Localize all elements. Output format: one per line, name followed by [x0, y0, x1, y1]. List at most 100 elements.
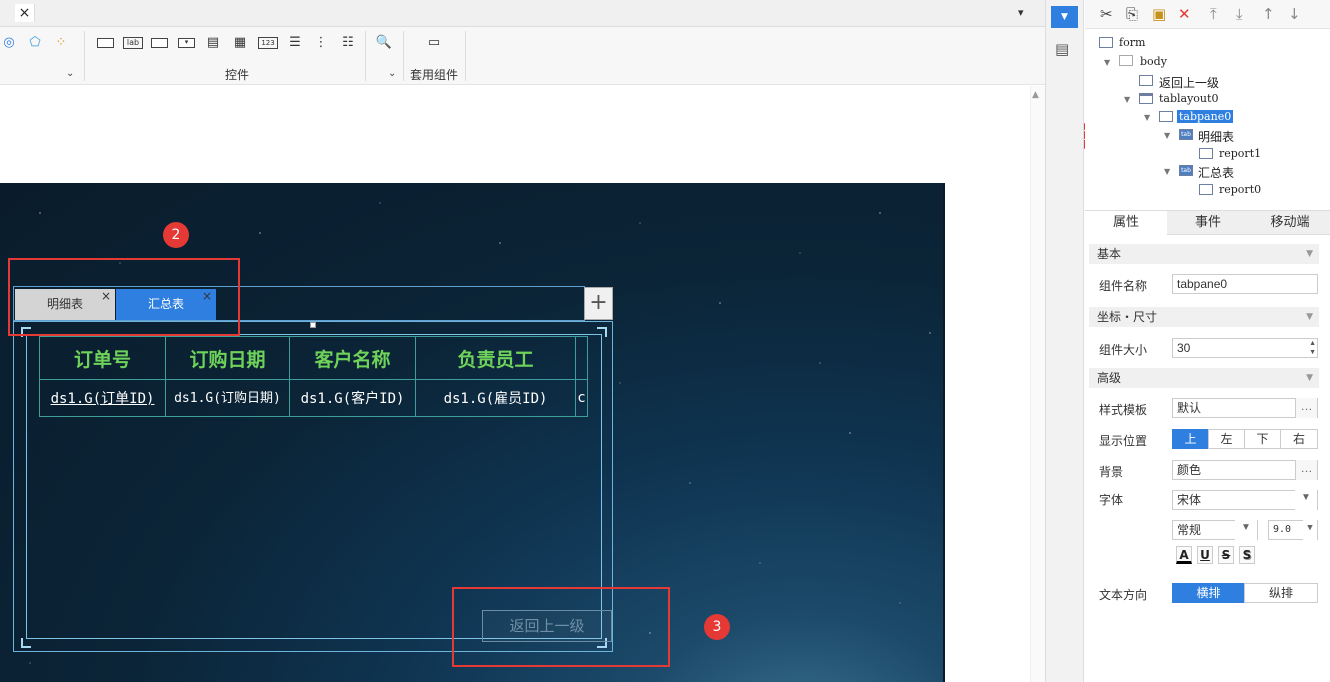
collapse-caret-icon[interactable]: ▼ — [1306, 368, 1313, 388]
cut-icon[interactable]: ✂ — [1100, 5, 1113, 23]
position-bottom-option[interactable]: 下 — [1244, 429, 1281, 449]
font-style-select[interactable]: 常规 ▼ — [1172, 520, 1258, 540]
tree-node-body[interactable]: body — [1140, 55, 1167, 68]
layout-panel-icon[interactable]: ▤ — [1055, 40, 1069, 58]
more-button[interactable]: … — [1295, 460, 1317, 480]
component-size-label: 组件大小 — [1099, 343, 1148, 357]
underline-button[interactable]: U — [1197, 546, 1213, 564]
report-data-cell[interactable]: c — [575, 379, 588, 417]
chevron-down-icon[interactable]: ▼ — [1295, 490, 1317, 510]
annotation-badge-3: 3 — [704, 614, 730, 640]
tablayout-node-icon — [1139, 93, 1153, 104]
report-header-cell[interactable] — [575, 336, 588, 380]
report-header-cell[interactable]: 订购日期 — [165, 336, 290, 380]
collapse-caret-icon[interactable]: ▼ — [1306, 307, 1313, 327]
tree-node-form[interactable]: form — [1119, 36, 1145, 49]
tab-properties[interactable]: 属性 — [1085, 211, 1167, 235]
expand-arrow-icon[interactable]: ▼ — [1104, 58, 1110, 67]
component-tree-toggle-icon[interactable]: ▼ — [1051, 6, 1078, 28]
date-widget-icon[interactable]: ▦ — [231, 35, 249, 51]
layout-widget-icon[interactable]: ▭ — [425, 35, 443, 51]
move-top-icon[interactable]: ⤒ — [1210, 5, 1217, 23]
frame-corner — [21, 638, 31, 648]
more-button[interactable]: … — [1295, 398, 1317, 418]
move-up-icon[interactable]: ↑ — [1262, 5, 1275, 23]
expand-arrow-icon[interactable]: ▼ — [1124, 95, 1130, 104]
dropdown-widget-icon[interactable]: ▾ — [178, 38, 195, 48]
section-coord-label: 坐标・尺寸 — [1097, 310, 1158, 324]
stepper-arrows-icon[interactable]: ▲ ▼ — [1309, 339, 1316, 357]
background-field[interactable]: 颜色 … — [1172, 460, 1318, 480]
component-size-stepper[interactable]: 30 ▲ ▼ — [1172, 338, 1318, 358]
section-advanced[interactable]: 高级 ▼ — [1089, 368, 1319, 388]
component-name-field[interactable]: tabpane0 — [1172, 274, 1318, 294]
expand-arrow-icon[interactable]: ▼ — [1144, 113, 1150, 122]
copy-icon[interactable]: ⎘ — [1126, 5, 1138, 23]
section-basic[interactable]: 基本 ▼ — [1089, 244, 1319, 264]
suite-components-label[interactable]: 套用组件 — [410, 66, 458, 83]
number-widget-icon[interactable]: 123 — [258, 37, 278, 49]
report-header-cell[interactable]: 订单号 — [39, 336, 166, 380]
delete-icon[interactable]: ✕ — [1178, 5, 1191, 23]
font-color-button[interactable]: A — [1176, 546, 1192, 564]
search-widget-icon[interactable]: 🔍 — [375, 35, 393, 51]
text-field-widget-icon[interactable] — [151, 38, 168, 48]
radio-group-widget-icon[interactable]: ⋮ — [312, 35, 330, 51]
chart-gauge-icon[interactable]: ◎ — [0, 35, 18, 51]
controls-more-caret-icon[interactable]: ⌄ — [388, 68, 396, 79]
button-node-icon — [1139, 75, 1153, 86]
close-tab-icon[interactable]: × — [15, 4, 35, 22]
report-data-cell[interactable]: ds1.G(雇员ID) — [415, 379, 576, 417]
tree-node-tab-detail[interactable]: 明细表 — [1198, 128, 1234, 145]
background-value: 颜色 — [1177, 463, 1202, 477]
tree-node-tablayout[interactable]: tablayout0 — [1159, 92, 1218, 105]
position-left-option[interactable]: 左 — [1208, 429, 1245, 449]
tree-node-return[interactable]: 返回上一级 — [1159, 74, 1219, 91]
report-data-cell[interactable]: ds1.G(订购日期) — [165, 379, 290, 417]
checkbox-group-widget-icon[interactable]: ☷ — [339, 35, 357, 51]
canvas-scrollbar[interactable] — [1030, 86, 1045, 682]
expand-arrow-icon[interactable]: ▼ — [1164, 167, 1170, 176]
font-label: 字体 — [1099, 493, 1124, 507]
add-tab-button[interactable]: + — [584, 287, 613, 320]
move-down-icon[interactable]: ↓ — [1288, 5, 1301, 23]
strikethrough-button[interactable]: S — [1218, 546, 1234, 564]
chart-more-caret-icon[interactable]: ⌄ — [66, 68, 74, 79]
report-header-cell[interactable]: 客户名称 — [289, 336, 416, 380]
tree-node-tab-summary[interactable]: 汇总表 — [1198, 164, 1234, 181]
tab-list-dropdown-icon[interactable]: ▾ — [1018, 6, 1024, 19]
textarea-widget-icon[interactable]: ☰ — [286, 35, 304, 51]
text-direction-horizontal[interactable]: 横排 — [1172, 583, 1245, 603]
tab-events[interactable]: 事件 — [1167, 211, 1249, 235]
section-coord-size[interactable]: 坐标・尺寸 ▼ — [1089, 307, 1319, 327]
style-template-field[interactable]: 默认 … — [1172, 398, 1318, 418]
report-header-cell[interactable]: 负责员工 — [415, 336, 576, 380]
button-widget-icon[interactable] — [97, 38, 114, 48]
tree-node-tabpane[interactable]: tabpane0 — [1177, 110, 1234, 123]
collapse-caret-icon[interactable]: ▼ — [1306, 244, 1313, 264]
label-widget-icon[interactable]: lab — [123, 37, 143, 49]
chart-radar-icon[interactable]: ⬠ — [26, 35, 44, 51]
paste-icon[interactable]: ▣ — [1152, 5, 1166, 23]
chevron-down-icon[interactable]: ▼ — [1235, 520, 1257, 540]
font-size-select[interactable]: 9.0 ▼ — [1268, 520, 1318, 540]
font-family-select[interactable]: 宋体 ▼ — [1172, 490, 1318, 510]
position-top-option[interactable]: 上 — [1172, 429, 1209, 449]
property-tabs: 属性 事件 移动端 — [1085, 210, 1330, 235]
form-widget-icon[interactable]: ▤ — [204, 35, 222, 51]
resize-handle[interactable] — [310, 322, 316, 328]
side-mode-strip — [1045, 0, 1084, 682]
tab-mobile[interactable]: 移动端 — [1249, 211, 1330, 235]
chart-scatter-icon[interactable]: ⁘ — [52, 35, 70, 51]
shadow-button[interactable]: S — [1239, 546, 1255, 564]
tree-node-report1[interactable]: report1 — [1219, 147, 1261, 160]
report-data-cell[interactable]: ds1.G(客户ID) — [289, 379, 416, 417]
position-right-option[interactable]: 右 — [1280, 429, 1318, 449]
text-direction-vertical[interactable]: 纵排 — [1244, 583, 1318, 603]
expand-arrow-icon[interactable]: ▼ — [1164, 131, 1170, 140]
move-bottom-icon[interactable]: ⤓ — [1236, 5, 1243, 23]
report-data-cell[interactable]: ds1.G(订单ID) — [39, 379, 166, 417]
chevron-down-icon[interactable]: ▼ — [1303, 520, 1317, 540]
tree-node-report0[interactable]: report0 — [1219, 183, 1261, 196]
scroll-up-arrow-icon[interactable]: ▲ — [1032, 90, 1039, 100]
